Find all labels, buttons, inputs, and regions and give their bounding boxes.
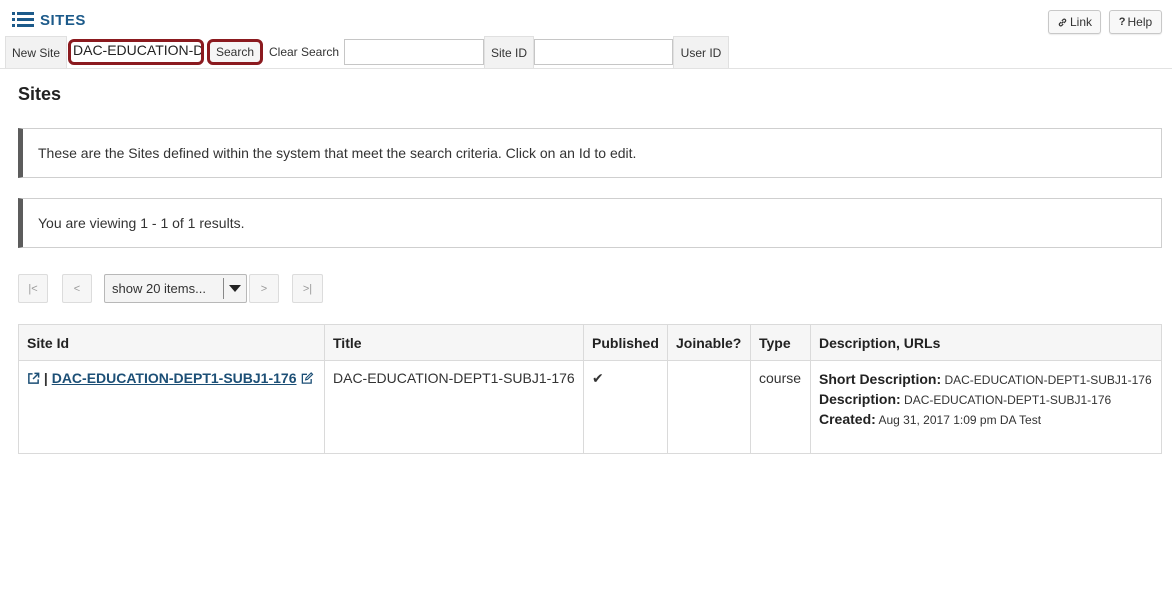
- cell-description: Short Description: DAC-EDUCATION-DEPT1-S…: [810, 360, 1162, 454]
- short-description: Short Description: DAC-EDUCATION-DEPT1-S…: [819, 370, 1153, 390]
- separator: |: [43, 370, 48, 386]
- cell-type: course: [750, 360, 811, 454]
- first-page-button[interactable]: |<: [18, 274, 48, 303]
- help-button-label: Help: [1127, 15, 1153, 29]
- page-heading: Sites: [18, 84, 62, 104]
- tool-title[interactable]: SITES: [12, 10, 86, 30]
- site-id-input[interactable]: [534, 39, 673, 65]
- new-site-link[interactable]: New Site: [5, 36, 67, 68]
- cell-site-id: | DAC-EDUCATION-DEPT1-SUBJ1-176: [18, 360, 325, 454]
- page-size-value: show 20 items...: [112, 281, 206, 296]
- search-button[interactable]: Search: [207, 39, 263, 65]
- toolbar: New Site DAC-EDUCATION-D Search Clear Se…: [0, 36, 1172, 69]
- column-header-published[interactable]: Published: [583, 324, 668, 361]
- link-button-label: Link: [1069, 15, 1092, 29]
- last-page-button[interactable]: >|: [292, 274, 323, 303]
- tool-title-label: SITES: [40, 11, 86, 29]
- cell-title: DAC-EDUCATION-DEPT1-SUBJ1-176: [324, 360, 584, 454]
- created-label: Created:: [819, 411, 876, 427]
- table-header-row: Site Id Title Published Joinable? Type D…: [18, 324, 1162, 361]
- cell-joinable: [667, 360, 751, 454]
- clear-search-link[interactable]: Clear Search: [264, 36, 344, 68]
- description-label: Description:: [819, 391, 901, 407]
- site-id-link[interactable]: DAC-EDUCATION-DEPT1-SUBJ1-176: [52, 370, 297, 386]
- help-icon: ?: [1118, 16, 1126, 28]
- list-icon: [12, 12, 34, 28]
- link-icon: [1058, 18, 1067, 26]
- results-count-box: You are viewing 1 - 1 of 1 results.: [18, 198, 1162, 248]
- user-id-link[interactable]: User ID: [673, 36, 729, 68]
- created: Created: Aug 31, 2017 1:09 pm DA Test: [819, 410, 1153, 430]
- cell-published: ✔: [583, 360, 668, 454]
- external-link-icon[interactable]: [27, 372, 40, 385]
- search-input[interactable]: DAC-EDUCATION-D: [68, 39, 204, 65]
- short-description-value: DAC-EDUCATION-DEPT1-SUBJ1-176: [944, 373, 1152, 387]
- description-value: DAC-EDUCATION-DEPT1-SUBJ1-176: [904, 393, 1112, 407]
- sites-table: Site Id Title Published Joinable? Type D…: [18, 324, 1162, 454]
- instructions-box: These are the Sites defined within the s…: [18, 128, 1162, 178]
- site-id-label: Site ID: [484, 36, 534, 68]
- help-button[interactable]: ? Help: [1109, 10, 1162, 34]
- page-size-select[interactable]: show 20 items...: [104, 274, 247, 303]
- next-page-button[interactable]: >: [249, 274, 279, 303]
- column-header-type[interactable]: Type: [750, 324, 811, 361]
- column-header-title[interactable]: Title: [324, 324, 584, 361]
- link-button[interactable]: Link: [1048, 10, 1101, 34]
- description: Description: DAC-EDUCATION-DEPT1-SUBJ1-1…: [819, 390, 1153, 410]
- previous-page-button[interactable]: <: [62, 274, 92, 303]
- column-header-site-id[interactable]: Site Id: [18, 324, 325, 361]
- column-header-description: Description, URLs: [810, 324, 1162, 361]
- chevron-down-icon: [223, 278, 246, 299]
- created-value: Aug 31, 2017 1:09 pm DA Test: [878, 413, 1042, 427]
- filter-input-1[interactable]: [344, 39, 484, 65]
- edit-icon[interactable]: [300, 372, 314, 385]
- short-description-label: Short Description:: [819, 371, 942, 387]
- table-row: | DAC-EDUCATION-DEPT1-SUBJ1-176 DAC-EDUC…: [18, 360, 1162, 454]
- column-header-joinable[interactable]: Joinable?: [667, 324, 751, 361]
